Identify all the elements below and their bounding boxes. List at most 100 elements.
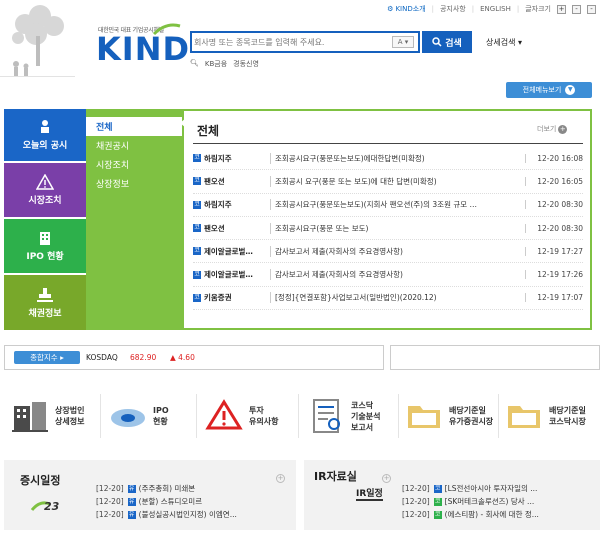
table-row[interactable]: 코 하림지주 조회공시요구(풍문또는보도)에대한답변(미확정) 12-20 16… — [193, 147, 583, 171]
company-name[interactable]: 제이알글로벌… — [204, 269, 270, 280]
table-row[interactable]: 코 키움증권 [정정]{연결포함}사업보고서(일반법인)(2020.12) 12… — [193, 287, 583, 311]
quick-menu-label: IPO 현황 — [153, 406, 169, 426]
search-input[interactable] — [194, 34, 382, 50]
tree-illustration — [0, 5, 75, 77]
disclosure-title[interactable]: [정정]{연결포함}사업보고서(일반법인)(2020.12) — [270, 292, 525, 304]
market-badge: 코 — [433, 497, 442, 506]
disclosure-title[interactable]: 조회공시 요구(풍문 또는 보도)에 대한 답변(미확정) — [270, 175, 525, 187]
search-box: A ▾ — [190, 31, 420, 53]
disclosure-title[interactable]: 감사보고서 제출(자회사의 주요경영사항) — [270, 269, 525, 281]
zoom-in-button[interactable]: + — [557, 4, 566, 14]
company-name[interactable]: 팬오션 — [204, 176, 270, 187]
quick-menu-label: 배당기준일 유가증권시장 — [449, 406, 494, 426]
quick-menu-ipo[interactable]: IPO 현황 — [108, 386, 169, 446]
search-icon — [432, 37, 442, 47]
list-item[interactable]: [12-20] 유 (주주총회) 미쇄본 — [96, 482, 286, 495]
quick-menu-dividend-kosdaq[interactable]: 배당기준일 코스닥시장 — [504, 386, 586, 446]
quick-menu-kosdaq-report[interactable]: 코스닥 기술분석 보고서 — [306, 386, 380, 446]
nav-market-action[interactable]: 시장조치 — [4, 163, 86, 217]
divider — [298, 394, 299, 438]
company-name[interactable]: 제이알글로벌… — [204, 246, 270, 257]
recent-search-links: 🔍︎ KB금융 경동신영 — [190, 59, 259, 69]
list-item[interactable]: [12-20] 유 (불성실공시법인지정) 이엠연... — [96, 508, 286, 521]
play-icon: ▸ — [60, 353, 64, 362]
list-item[interactable]: [12-20] 코 (에스티팜) - 회사에 대한 정... — [402, 508, 596, 521]
submenu-item-market-action[interactable]: 시장조치 — [86, 155, 182, 174]
disclosure-title[interactable]: 조회공시요구(풍문또는보도)(지회사 팬오션(주)의 3조원 규모 … — [270, 199, 525, 211]
disclosure-date: 12-19 17:26 — [525, 270, 583, 280]
divider: | — [516, 5, 520, 13]
index-name: KOSDAQ — [86, 353, 118, 362]
stamp-icon — [37, 287, 53, 302]
top-link-notice[interactable]: 공지사항 — [440, 4, 466, 14]
disclosure-date: 12-19 17:27 — [525, 246, 583, 256]
company-name[interactable]: 하림지주 — [204, 153, 270, 164]
ir-title[interactable]: IR자료실 — [314, 468, 357, 484]
recent-search-item[interactable]: 경동신영 — [233, 59, 259, 69]
list-item[interactable]: [12-20] 코 [LS전선아시아 투자자일의 ... — [402, 482, 596, 495]
table-row[interactable]: 코 팬오션 조회공시 요구(풍문 또는 보도)에 대한 답변(미확정) 12-2… — [193, 170, 583, 194]
table-row[interactable]: 코 제이알글로벌… 감사보고서 제출(자회사의 주요경영사항) 12-19 17… — [193, 263, 583, 287]
disclosure-title[interactable]: 감사보고서 제출(자회사의 주요경영사항) — [270, 245, 525, 257]
submenu-item-listing-info[interactable]: 상장정보 — [86, 174, 182, 193]
quick-menu-label: 코스닥 기술분석 보고서 — [351, 400, 381, 432]
zoom-reset-button[interactable]: - — [572, 4, 581, 14]
disclosure-date: 12-20 08:30 — [525, 200, 583, 210]
plus-icon: + — [558, 124, 568, 134]
building-list-icon — [12, 402, 48, 432]
market-badge: 코 — [193, 293, 201, 302]
table-row[interactable]: 코 하림지주 조회공시요구(풍문또는보도)(지회사 팬오션(주)의 3조원 규모… — [193, 194, 583, 217]
ticker-secondary-box — [390, 345, 600, 370]
advanced-search-link[interactable]: 상세검색 ▾ — [486, 37, 522, 48]
ir-schedule-tab[interactable]: IR일정 — [356, 486, 383, 501]
table-row[interactable]: 코 팬오션 조회공시요구(풍문 또는 보도) 12-20 08:30 — [193, 217, 583, 241]
recent-search-item[interactable]: KB금융 — [205, 59, 227, 69]
list-item[interactable]: [12-20] 코 [SK머테크솔루션즈) 당사 ... — [402, 495, 596, 508]
ir-more-icon[interactable]: + — [382, 474, 391, 483]
quick-menu-label: 배당기준일 코스닥시장 — [549, 406, 586, 426]
sub-menu: 전체 채권공시 시장조치 상장정보 — [86, 109, 183, 330]
disclosure-title[interactable]: 조회공시요구(풍문또는보도)에대한답변(미확정) — [270, 152, 525, 164]
divider — [100, 394, 101, 438]
index-tab-button[interactable]: 종합지수 ▸ — [14, 351, 80, 364]
search-button[interactable]: 검색 — [422, 31, 472, 53]
active-pointer — [180, 118, 186, 128]
panel-title: 전체 — [197, 124, 220, 138]
disclosure-title[interactable]: 조회공시요구(풍문 또는 보도) — [270, 222, 525, 234]
top-link-about[interactable]: ⚙ KIND소개 — [387, 4, 425, 14]
divider: | — [471, 5, 475, 13]
disclosure-list: 코 하림지주 조회공시요구(풍문또는보도)에대한답변(미확정) 12-20 16… — [193, 147, 583, 311]
building-icon — [40, 232, 50, 245]
list-item[interactable]: [12-20] 유 (분할) 스튜디오미르 — [96, 495, 286, 508]
divider — [193, 143, 583, 144]
company-name[interactable]: 하림지주 — [204, 199, 270, 210]
nav-bond-info[interactable]: 채권정보 — [4, 275, 86, 330]
folder-icon — [508, 406, 540, 428]
quick-menu-investment-caution[interactable]: 투자 유의사항 — [204, 386, 278, 446]
more-link[interactable]: 더보기 + — [537, 124, 568, 134]
chevron-down-icon: ▼ — [565, 85, 576, 95]
quick-menu-dividend-kospi[interactable]: 배당기준일 유가증권시장 — [404, 386, 493, 446]
disclosure-date: 12-20 16:08 — [525, 153, 583, 163]
nav-ipo-status[interactable]: IPO 현황 — [4, 219, 86, 273]
nav-today-disclosure[interactable]: 오늘의 공시 — [4, 109, 86, 161]
schedule-title[interactable]: 증시일정 — [20, 472, 60, 488]
search-type-select[interactable]: A ▾ — [392, 36, 414, 48]
schedule-list: [12-20] 유 (주주총회) 미쇄본 [12-20] 유 (분할) 스튜디오… — [96, 482, 286, 521]
disclosure-date: 12-20 16:05 — [525, 176, 583, 186]
top-links: ⚙ KIND소개 | 공지사항 | ENGLISH | 글자크기 + - - — [387, 4, 596, 14]
submenu-item-all[interactable]: 전체 — [86, 117, 183, 136]
submenu-item-bond-disclosure[interactable]: 채권공시 — [86, 136, 182, 155]
full-menu-button[interactable]: 전체메뉴보기 ▼ — [506, 82, 592, 98]
zoom-out-button[interactable]: - — [587, 4, 596, 14]
market-badge: 코 — [193, 270, 201, 279]
company-name[interactable]: 키움증권 — [204, 292, 270, 303]
person-icon — [41, 120, 49, 133]
quick-menu-listed-company[interactable]: 상장법인 상세정보 — [10, 386, 84, 446]
warning-icon — [36, 174, 54, 190]
top-link-english[interactable]: ENGLISH — [480, 5, 511, 13]
company-name[interactable]: 팬오션 — [204, 223, 270, 234]
market-badge: 코 — [433, 484, 442, 493]
logo-swoosh-icon — [152, 23, 181, 36]
table-row[interactable]: 코 제이알글로벌… 감사보고서 제출(자회사의 주요경영사항) 12-19 17… — [193, 240, 583, 264]
